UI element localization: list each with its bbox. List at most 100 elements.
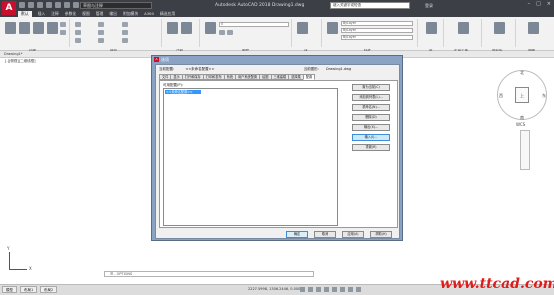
wcs-menu[interactable]: WCS	[516, 122, 525, 127]
minimize-button[interactable]: –	[528, 1, 531, 7]
import-button[interactable]: 输入(I)...	[352, 134, 390, 141]
dimension-icon[interactable]	[181, 22, 192, 34]
cancel-button[interactable]: 取消	[314, 231, 336, 238]
stretch-icon[interactable]	[75, 38, 81, 43]
dialog-title: 选项	[161, 57, 169, 62]
grid-toggle-icon[interactable]	[300, 287, 305, 292]
polar-toggle-icon[interactable]	[324, 287, 329, 292]
layer-dropdown[interactable]: 0	[219, 22, 289, 27]
annotation-group: 注释	[164, 19, 200, 53]
save-as-icon[interactable]	[46, 2, 52, 8]
annotation-scale-icon[interactable]	[340, 287, 345, 292]
set-current-button[interactable]: 置为当前(C)	[352, 84, 390, 91]
undo-icon[interactable]	[64, 2, 70, 8]
ok-button[interactable]: 确定	[286, 231, 308, 238]
measure-icon[interactable]	[458, 22, 469, 34]
linetype-dropdown[interactable]: ByLayer	[341, 28, 413, 33]
move-icon[interactable]	[75, 22, 81, 27]
fillet-icon[interactable]	[122, 30, 128, 35]
text-icon[interactable]	[167, 22, 178, 34]
viewcube-north[interactable]: 北	[520, 70, 524, 76]
app-title: Autodesk AutoCAD 2018 Drawing1.dwg	[215, 3, 305, 8]
login-button[interactable]: 登录	[425, 2, 433, 9]
groups-group: 组	[420, 19, 444, 53]
rotate-icon[interactable]	[98, 22, 104, 27]
search-input[interactable]: 键入关键字或短语	[330, 2, 410, 9]
paste-icon[interactable]	[494, 22, 505, 34]
export-button[interactable]: 输出(X)...	[352, 124, 390, 131]
open-icon[interactable]	[28, 2, 34, 8]
workspace-switch-icon[interactable]	[348, 287, 353, 292]
array-icon[interactable]	[122, 38, 128, 43]
file-tab-drawing1[interactable]: Drawing1*	[4, 51, 23, 58]
quick-access-toolbar[interactable]	[19, 2, 79, 8]
dialog-title-bar[interactable]: A 选项	[152, 56, 402, 63]
layout1-tab[interactable]: 布局1	[20, 286, 38, 293]
osnap-toggle-icon[interactable]	[332, 287, 337, 292]
match-properties-icon[interactable]	[327, 22, 338, 34]
copy-icon[interactable]	[75, 30, 81, 35]
workspace-dropdown[interactable]: 草图与注释	[80, 2, 152, 9]
viewcube-top-face[interactable]: 上	[515, 87, 529, 103]
current-profile-value: <<未命名配置>>	[185, 67, 215, 71]
layout2-tab[interactable]: 布局2	[40, 286, 58, 293]
autocad-icon: A	[154, 57, 159, 62]
command-line[interactable]: ☰ - OPTIONS	[104, 271, 314, 277]
modify-group: 修改	[72, 19, 162, 53]
layers-group: 0 图层	[202, 19, 292, 53]
profile-info: 当前配置: <<未命名配置>> 当前图形: Drawing1.dwg	[159, 66, 351, 72]
mirror-icon[interactable]	[98, 30, 104, 35]
rectangle-icon[interactable]	[60, 22, 66, 27]
apply-button[interactable]: 应用(A)	[342, 231, 364, 238]
customize-icon[interactable]	[356, 287, 361, 292]
trim-icon[interactable]	[122, 22, 128, 27]
reset-button[interactable]: 重置(R)	[352, 144, 390, 151]
navigation-bar[interactable]	[520, 130, 530, 170]
close-button[interactable]: ×	[547, 1, 551, 7]
ucs-x-label: X	[29, 266, 32, 271]
arc-icon[interactable]	[47, 22, 58, 34]
lineweight-dropdown[interactable]: ByLayer	[341, 35, 413, 40]
model-tab[interactable]: 模型	[2, 286, 17, 293]
viewcube-east[interactable]: 东	[542, 93, 546, 99]
group-icon[interactable]	[426, 22, 437, 34]
color-dropdown[interactable]: ByLayer	[341, 21, 413, 26]
profiles-list[interactable]: <<未命名配置>>	[163, 88, 338, 226]
add-to-list-button[interactable]: 添加到列表(L)...	[352, 94, 390, 101]
line-icon[interactable]	[5, 22, 16, 34]
watermark-logo: www.ttcad.com	[440, 276, 554, 292]
layer-match-icon[interactable]	[227, 30, 233, 35]
viewcube[interactable]: 北 南 西 东 上	[497, 70, 547, 120]
snap-toggle-icon[interactable]	[308, 287, 313, 292]
ortho-toggle-icon[interactable]	[316, 287, 321, 292]
list-item[interactable]: <<未命名配置>>	[165, 90, 201, 94]
block-group: 块	[294, 19, 322, 53]
layer-properties-icon[interactable]	[205, 22, 216, 34]
application-menu-button[interactable]: A	[2, 1, 16, 15]
help-button[interactable]: 帮助(H)	[370, 231, 392, 238]
title-bar: 草图与注释 Autodesk AutoCAD 2018 Drawing1.dwg…	[0, 0, 554, 11]
circle-icon[interactable]	[33, 22, 44, 34]
delete-button[interactable]: 删除(D)	[352, 114, 390, 121]
save-icon[interactable]	[37, 2, 43, 8]
rename-button[interactable]: 重命名(N)...	[352, 104, 390, 111]
viewcube-west[interactable]: 西	[499, 93, 503, 99]
insert-block-icon[interactable]	[297, 22, 308, 34]
ribbon-panel: 绘图 修改 注释 0 图层 块 ByLayer ByLayer ByLayer …	[0, 17, 554, 53]
clipboard-group: 剪贴板	[484, 19, 516, 53]
redo-icon[interactable]	[73, 2, 79, 8]
window-controls: – □ ×	[528, 1, 551, 7]
options-dialog: A 选项 当前配置: <<未命名配置>> 当前图形: Drawing1.dwg …	[151, 55, 403, 241]
current-drawing-label: 当前图形:	[303, 67, 319, 71]
print-icon[interactable]	[55, 2, 61, 8]
base-view-icon[interactable]	[528, 22, 539, 34]
current-profile-label: 当前配置:	[159, 67, 175, 71]
hatch-icon[interactable]	[60, 30, 66, 35]
polyline-icon[interactable]	[19, 22, 30, 34]
viewport-controls[interactable]: [-][俯视][二维线框]	[5, 59, 35, 64]
viewcube-south[interactable]: 南	[520, 115, 524, 121]
maximize-button[interactable]: □	[536, 1, 541, 7]
layer-state-icon[interactable]	[219, 30, 225, 35]
new-icon[interactable]	[19, 2, 25, 8]
scale-icon[interactable]	[98, 38, 104, 43]
